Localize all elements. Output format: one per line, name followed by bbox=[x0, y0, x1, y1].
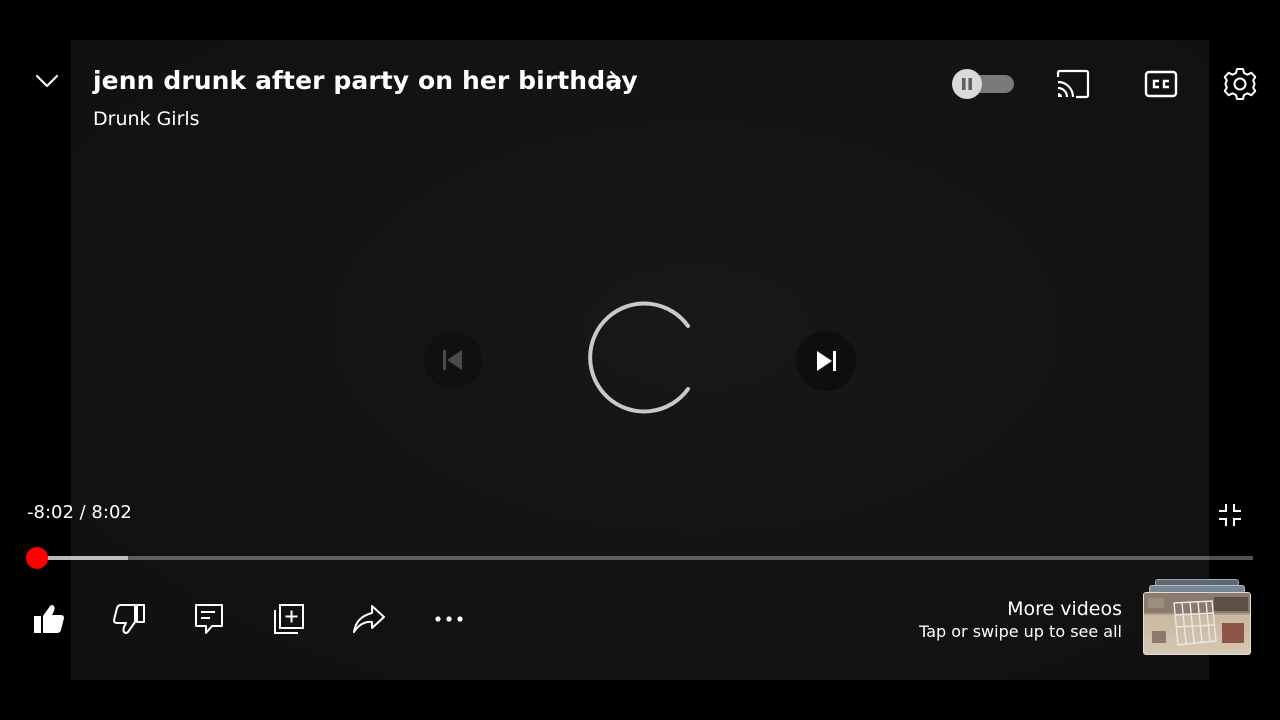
skip-previous-icon bbox=[443, 350, 462, 370]
seek-bar-track bbox=[37, 556, 1253, 560]
comments-button[interactable] bbox=[187, 597, 231, 641]
more-videos-title[interactable]: More videos bbox=[1007, 597, 1122, 621]
cast-icon bbox=[1056, 69, 1090, 99]
more-videos-thumbnail[interactable] bbox=[1143, 579, 1251, 655]
share-button[interactable] bbox=[347, 597, 391, 641]
add-to-playlist-icon bbox=[274, 604, 304, 634]
captions-button[interactable] bbox=[1140, 64, 1182, 104]
thumbnail-image bbox=[1144, 593, 1250, 646]
title-expand-button[interactable] bbox=[603, 68, 627, 94]
autoplay-toggle[interactable] bbox=[952, 69, 1014, 99]
save-to-playlist-button[interactable] bbox=[267, 597, 311, 641]
more-videos-hint: Tap or swipe up to see all bbox=[919, 622, 1122, 641]
next-video-button[interactable] bbox=[796, 331, 856, 391]
cc-icon bbox=[1144, 70, 1178, 98]
seek-bar-buffered bbox=[37, 556, 129, 560]
chevron-right-icon bbox=[610, 71, 621, 91]
minimize-player-button[interactable] bbox=[30, 64, 64, 98]
more-horizontal-icon bbox=[435, 616, 463, 622]
seek-bar[interactable] bbox=[26, 547, 1253, 569]
dislike-button[interactable] bbox=[107, 597, 151, 641]
time-display: -8:02 / 8:02 bbox=[27, 502, 132, 523]
loading-spinner bbox=[578, 298, 698, 420]
settings-button[interactable] bbox=[1219, 63, 1261, 105]
thumbs-down-icon bbox=[113, 604, 145, 634]
skip-next-icon bbox=[817, 351, 836, 371]
chevron-down-icon bbox=[35, 74, 59, 88]
channel-name[interactable]: Drunk Girls bbox=[93, 107, 200, 131]
share-icon bbox=[353, 605, 385, 633]
cast-button[interactable] bbox=[1052, 64, 1094, 104]
thumbnail-front bbox=[1143, 592, 1251, 655]
previous-video-button[interactable] bbox=[424, 331, 482, 389]
loading-spinner-icon bbox=[588, 301, 690, 414]
pause-icon bbox=[962, 78, 972, 90]
video-title[interactable]: jenn drunk after party on her birthday bbox=[93, 66, 638, 96]
seek-bar-scrubber[interactable] bbox=[26, 547, 48, 569]
video-player-screen[interactable]: jenn drunk after party on her birthday D… bbox=[0, 0, 1280, 720]
like-button[interactable] bbox=[27, 597, 71, 641]
autoplay-toggle-knob bbox=[952, 69, 982, 99]
more-actions-button[interactable] bbox=[427, 597, 471, 641]
comment-icon bbox=[195, 604, 223, 634]
exit-fullscreen-button[interactable] bbox=[1214, 499, 1246, 531]
gear-icon bbox=[1223, 68, 1257, 100]
thumbs-up-icon bbox=[34, 605, 64, 633]
exit-fullscreen-icon bbox=[1219, 504, 1241, 526]
